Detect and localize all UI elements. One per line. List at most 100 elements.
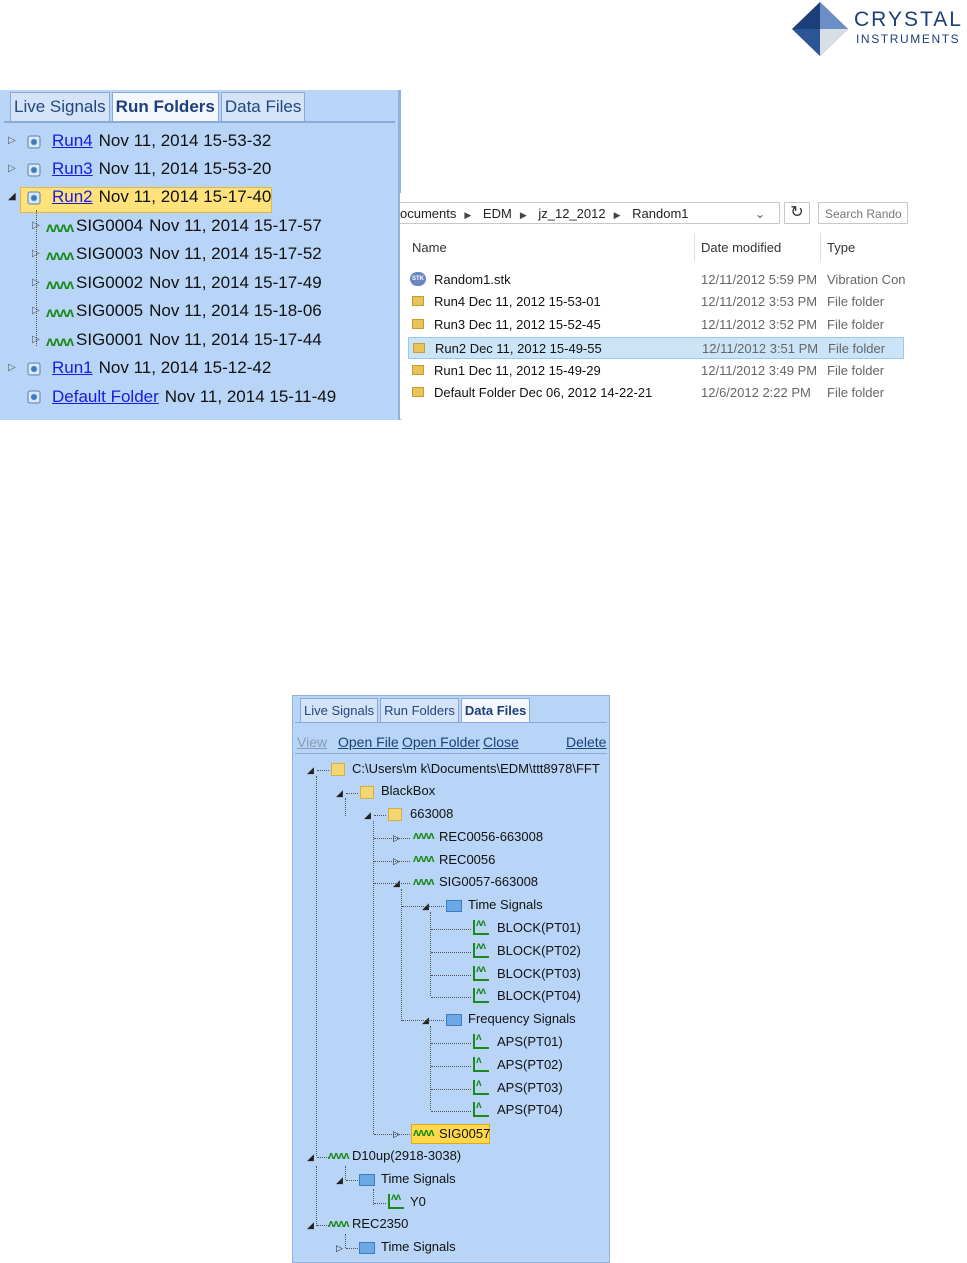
tree-item-signal[interactable]: SIG0005 Nov 11, 2014 15-18-06: [76, 298, 322, 324]
run-link[interactable]: Run2: [52, 187, 93, 206]
expand-arrow-icon[interactable]: ▷: [32, 305, 40, 316]
open-file-button[interactable]: Open File: [338, 732, 399, 752]
tab-live-signals[interactable]: Live Signals: [10, 92, 110, 122]
file-row[interactable]: STK Random1.stk 12/11/2012 5:59 PM Vibra…: [408, 269, 906, 291]
expand-arrow-icon[interactable]: ▷: [8, 362, 16, 373]
column-divider[interactable]: [694, 233, 695, 261]
tree-item-block[interactable]: BLOCK(PT04): [497, 986, 581, 1006]
logo-subtitle: INSTRUMENTS: [856, 32, 961, 46]
tab-data-files[interactable]: Data Files: [220, 92, 306, 122]
expand-arrow-icon[interactable]: ▷: [32, 334, 40, 345]
file-row-selected[interactable]: Run2 Dec 11, 2012 15-49-55 12/11/2012 3:…: [408, 337, 904, 359]
tree-item-signal[interactable]: SIG0002 Nov 11, 2014 15-17-49: [76, 270, 322, 296]
breadcrumb-random1[interactable]: Random1: [632, 206, 688, 221]
signal-date: Nov 11, 2014 15-17-57: [149, 216, 322, 235]
breadcrumb-jz[interactable]: jz_12_2012: [538, 206, 605, 221]
tree-item-sig0057[interactable]: SIG0057: [439, 1124, 490, 1144]
tree-connector: [374, 1134, 410, 1135]
open-folder-button[interactable]: Open Folder: [402, 732, 480, 752]
tree-item-y0[interactable]: Y0: [410, 1192, 426, 1212]
signal-group-icon: [446, 900, 462, 912]
collapse-arrow-icon[interactable]: ◢: [307, 1152, 314, 1163]
close-button[interactable]: Close: [483, 732, 519, 752]
tab-live-signals[interactable]: Live Signals: [300, 698, 379, 723]
tree-item-run4[interactable]: Run4 Nov 11, 2014 15-53-32: [52, 128, 271, 154]
expand-arrow-icon[interactable]: ▷: [8, 163, 16, 174]
collapse-arrow-icon[interactable]: ◢: [307, 765, 314, 776]
signal-date: Nov 11, 2014 15-17-44: [149, 330, 322, 349]
run-link[interactable]: Default Folder: [52, 387, 159, 406]
view-button[interactable]: View: [297, 732, 327, 752]
tree-label: BLOCK(PT02): [497, 943, 581, 958]
breadcrumb-edm[interactable]: EDM: [483, 206, 512, 221]
tree-item-signal[interactable]: SIG0003 Nov 11, 2014 15-17-52: [76, 241, 322, 267]
tree-item-block[interactable]: BLOCK(PT03): [497, 964, 581, 984]
tree-item-rec2350[interactable]: REC2350: [352, 1214, 408, 1234]
chevron-down-icon[interactable]: ⌄: [755, 203, 765, 223]
file-row[interactable]: Run4 Dec 11, 2012 15-53-01 12/11/2012 3:…: [408, 291, 904, 313]
refresh-button[interactable]: ↻: [784, 202, 810, 224]
file-name: Run1 Dec 11, 2012 15-49-29: [434, 363, 601, 378]
tree-label: Time Signals: [468, 897, 543, 912]
folder-icon: [331, 763, 345, 776]
tree-item-time-signals[interactable]: Time Signals: [468, 895, 543, 915]
expand-arrow-icon[interactable]: ▷: [32, 248, 40, 259]
tree-item-root-path[interactable]: C:\Users\m k\Documents\EDM\ttt8978\FFT: [352, 759, 600, 779]
diamond-logo-icon: [792, 2, 848, 56]
address-bar[interactable]: ocuments ▶ EDM ▶ jz_12_2012 ▶ Random1 ⌄: [400, 202, 780, 224]
expand-arrow-icon[interactable]: ▷: [8, 135, 16, 146]
tree-item-aps[interactable]: APS(PT04): [497, 1100, 563, 1120]
search-input[interactable]: Search Rando: [818, 202, 908, 224]
column-header-type[interactable]: Type: [827, 235, 855, 261]
tree-item-signal[interactable]: REC0056-663008: [439, 827, 543, 847]
tab-run-folders[interactable]: Run Folders: [111, 92, 219, 122]
tree-item-signal[interactable]: SIG0004 Nov 11, 2014 15-17-57: [76, 213, 322, 239]
crystal-instruments-logo: CRYSTAL INSTRUMENTS: [790, 2, 967, 56]
run-link[interactable]: Run4: [52, 131, 93, 150]
tree-item-aps[interactable]: APS(PT02): [497, 1055, 563, 1075]
tree-item-block[interactable]: BLOCK(PT02): [497, 941, 581, 961]
tree-item-signal[interactable]: SIG0001 Nov 11, 2014 15-17-44: [76, 327, 322, 353]
expand-arrow-icon[interactable]: ▷: [32, 220, 40, 231]
tree-connector: [373, 821, 374, 1134]
collapse-arrow-icon[interactable]: ◢: [364, 810, 371, 821]
tab-divider: [295, 722, 607, 723]
tab-run-folders[interactable]: Run Folders: [380, 698, 459, 723]
column-header-date[interactable]: Date modified: [701, 235, 781, 261]
tree-item-d10up[interactable]: D10up(2918-3038): [352, 1146, 461, 1166]
tree-item-aps[interactable]: APS(PT03): [497, 1078, 563, 1098]
tree-item-time-signals[interactable]: Time Signals: [381, 1237, 456, 1257]
tree-item-frequency-signals[interactable]: Frequency Signals: [468, 1009, 576, 1029]
tree-item-663008[interactable]: 663008: [410, 804, 453, 824]
tree-item-signal[interactable]: SIG0057-663008: [439, 872, 538, 892]
file-row[interactable]: Run1 Dec 11, 2012 15-49-29 12/11/2012 3:…: [408, 360, 904, 382]
tree-connector: [374, 883, 410, 884]
delete-button[interactable]: Delete: [566, 732, 606, 752]
column-divider[interactable]: [820, 233, 821, 261]
run-link[interactable]: Run3: [52, 159, 93, 178]
tree-item-blackbox[interactable]: BlackBox: [381, 781, 435, 801]
file-name: Run3 Dec 11, 2012 15-52-45: [434, 317, 601, 332]
breadcrumb-documents[interactable]: ocuments: [400, 206, 456, 221]
signal-date: Nov 11, 2014 15-18-06: [149, 301, 322, 320]
tree-item-default-folder[interactable]: Default Folder Nov 11, 2014 15-11-49: [52, 384, 336, 410]
file-row[interactable]: Run3 Dec 11, 2012 15-52-45 12/11/2012 3:…: [408, 314, 904, 336]
collapse-arrow-icon[interactable]: ◢: [336, 788, 343, 799]
run-link[interactable]: Run1: [52, 358, 93, 377]
collapse-arrow-icon[interactable]: ◢: [8, 191, 16, 202]
tree-item-run3[interactable]: Run3 Nov 11, 2014 15-53-20: [52, 156, 271, 182]
tab-data-files[interactable]: Data Files: [460, 698, 531, 723]
tree-item-aps[interactable]: APS(PT01): [497, 1032, 563, 1052]
expand-arrow-icon[interactable]: ▷: [32, 277, 40, 288]
tree-item-run1[interactable]: Run1 Nov 11, 2014 15-12-42: [52, 355, 271, 381]
tree-item-block[interactable]: BLOCK(PT01): [497, 918, 581, 938]
tree-item-time-signals[interactable]: Time Signals: [381, 1169, 456, 1189]
column-header-name[interactable]: Name: [412, 235, 447, 261]
collapse-arrow-icon[interactable]: ◢: [336, 1175, 343, 1186]
collapse-arrow-icon[interactable]: ◢: [307, 1220, 314, 1231]
expand-arrow-icon[interactable]: ▷: [336, 1243, 343, 1254]
tree-item-run2[interactable]: Run2 Nov 11, 2014 15-17-40: [52, 184, 271, 210]
tree-connector: [345, 798, 346, 816]
file-row[interactable]: Default Folder Dec 06, 2012 14-22-21 12/…: [408, 382, 904, 404]
tree-item-signal[interactable]: REC0056: [439, 850, 495, 870]
